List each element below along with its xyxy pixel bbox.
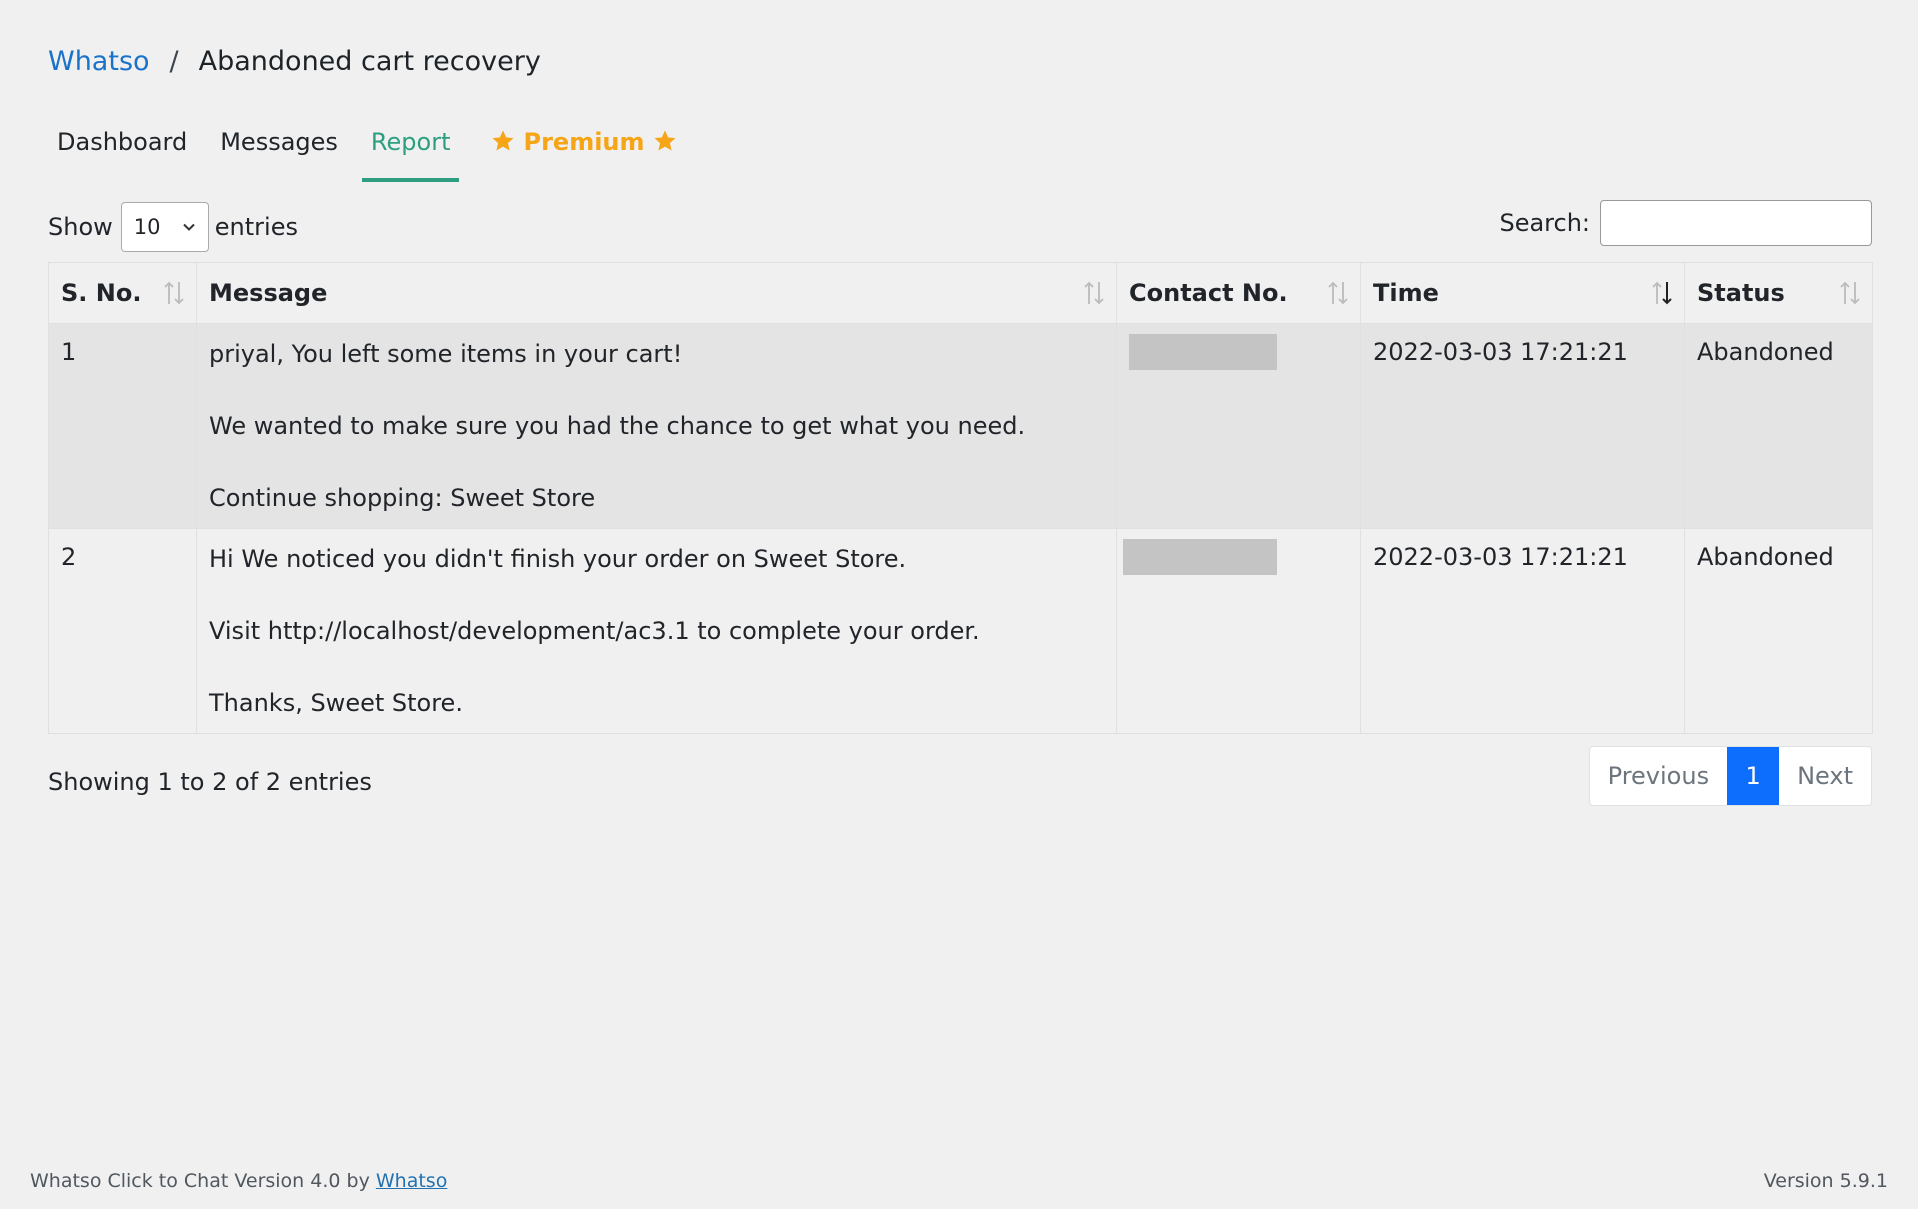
message-line: We wanted to make sure you had the chanc… — [209, 412, 1026, 440]
breadcrumb-separator: / — [169, 46, 179, 77]
page-1-button[interactable]: 1 — [1727, 747, 1780, 805]
footer-credit-text: Whatso Click to Chat Version 4.0 by — [30, 1170, 370, 1192]
entries-length-control: Show 10 entries — [48, 200, 298, 254]
cell-message: priyal, You left some items in your cart… — [196, 323, 1117, 529]
sort-icon — [1082, 280, 1106, 306]
cell-contact — [1116, 528, 1361, 734]
table-header-row: S. No. Message Contact No. Time Status — [48, 262, 1873, 324]
page-title: Abandoned cart recovery — [198, 46, 541, 77]
cell-time: 2022-03-03 17:21:21 — [1360, 323, 1685, 529]
column-header-label: Time — [1373, 279, 1439, 307]
message-line: Thanks, Sweet Store. — [209, 689, 463, 717]
tab-bar: Dashboard Messages Report Premium — [48, 118, 709, 182]
breadcrumb-root-link[interactable]: Whatso — [48, 46, 150, 77]
entries-select-value: 10 — [133, 215, 161, 239]
table-row: 1 priyal, You left some items in your ca… — [48, 323, 1873, 529]
sort-desc-icon — [1650, 280, 1674, 306]
column-header-contact[interactable]: Contact No. — [1116, 262, 1361, 324]
star-icon — [491, 129, 515, 153]
cell-message: Hi We noticed you didn't finish your ord… — [196, 528, 1117, 734]
message-line: Continue shopping: Sweet Store — [209, 484, 596, 512]
cell-sno: 2 — [48, 528, 197, 734]
chevron-down-icon — [183, 223, 195, 231]
message-line: priyal, You left some items in your cart… — [209, 340, 683, 368]
tab-dashboard[interactable]: Dashboard — [48, 118, 196, 182]
column-header-label: Status — [1697, 279, 1785, 307]
star-icon — [653, 129, 677, 153]
entries-select[interactable]: 10 — [120, 202, 209, 252]
table-info: Showing 1 to 2 of 2 entries — [48, 768, 372, 796]
entries-label: entries — [214, 213, 298, 241]
cell-status: Abandoned — [1684, 528, 1873, 734]
column-header-label: Message — [209, 279, 328, 307]
table-controls: Show 10 entries Search: — [48, 200, 1872, 254]
report-table: S. No. Message Contact No. Time Status 1… — [48, 262, 1873, 734]
pagination: Previous 1 Next — [1588, 746, 1872, 806]
footer-credit: Whatso Click to Chat Version 4.0 by What… — [30, 1170, 447, 1192]
column-header-sno[interactable]: S. No. — [48, 262, 197, 324]
show-label: Show — [48, 213, 113, 241]
tab-premium-label: Premium — [523, 128, 645, 156]
table-row: 2 Hi We noticed you didn't finish your o… — [48, 528, 1873, 734]
column-header-label: Contact No. — [1129, 279, 1288, 307]
message-line: Hi We noticed you didn't finish your ord… — [209, 545, 907, 573]
next-button[interactable]: Next — [1779, 747, 1871, 805]
breadcrumb: Whatso / Abandoned cart recovery — [48, 46, 541, 77]
column-header-status[interactable]: Status — [1684, 262, 1873, 324]
redacted-contact — [1129, 334, 1277, 370]
sort-icon — [1326, 280, 1350, 306]
previous-button[interactable]: Previous — [1590, 747, 1727, 805]
column-header-message[interactable]: Message — [196, 262, 1117, 324]
tab-report[interactable]: Report — [361, 118, 460, 182]
redacted-contact — [1123, 539, 1277, 575]
footer-whatso-link[interactable]: Whatso — [376, 1170, 447, 1192]
cell-status: Abandoned — [1684, 323, 1873, 529]
cell-time: 2022-03-03 17:21:21 — [1360, 528, 1685, 734]
tab-premium[interactable]: Premium — [474, 118, 693, 182]
search-label: Search: — [1499, 209, 1590, 237]
column-header-time[interactable]: Time — [1360, 262, 1685, 324]
footer-version: Version 5.9.1 — [1763, 1170, 1888, 1192]
search-input[interactable] — [1600, 200, 1872, 246]
message-line: Visit http://localhost/development/ac3.1… — [209, 617, 980, 645]
cell-sno: 1 — [48, 323, 197, 529]
sort-icon — [1838, 280, 1862, 306]
cell-contact — [1116, 323, 1361, 529]
search-control: Search: — [1499, 200, 1872, 246]
column-header-label: S. No. — [61, 279, 142, 307]
tab-messages[interactable]: Messages — [211, 118, 347, 182]
sort-icon — [162, 280, 186, 306]
